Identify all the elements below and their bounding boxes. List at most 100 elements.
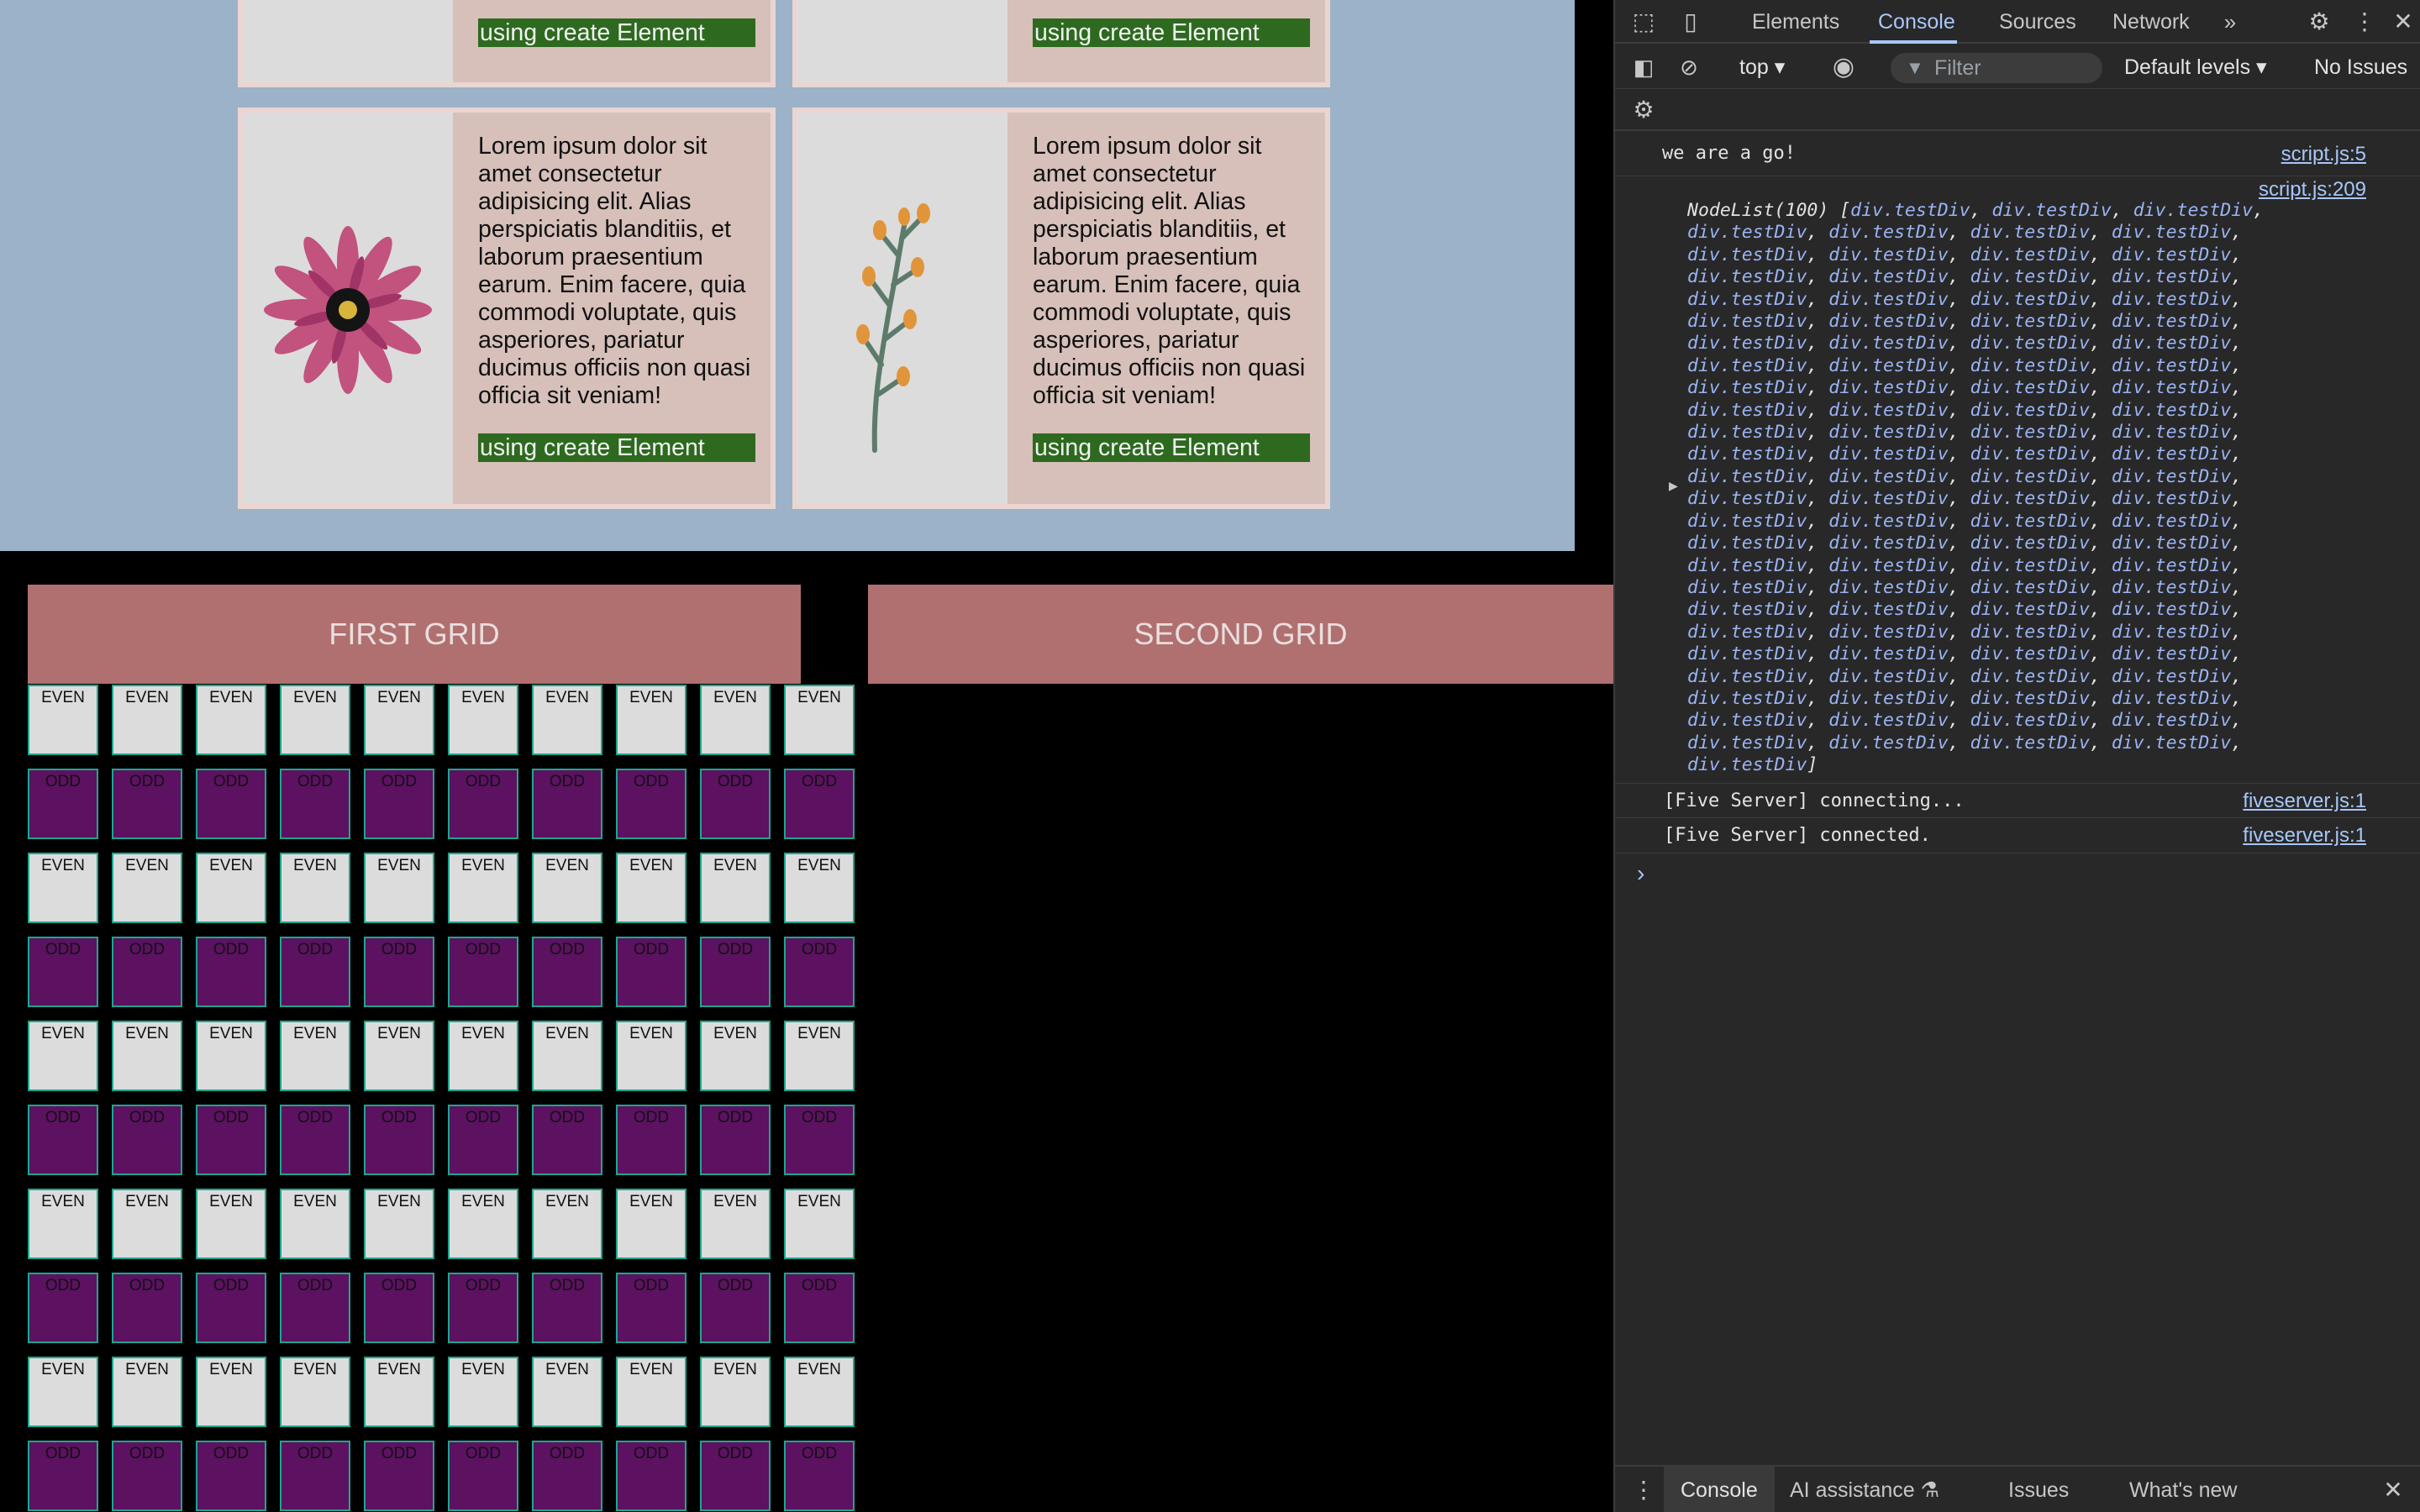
tab-console[interactable]: Console — [1878, 0, 1955, 44]
odd-grid-cell: ODD — [28, 769, 98, 839]
eye-icon[interactable]: ◉ — [1825, 45, 1862, 89]
drawer-tab-ai-assistance[interactable]: AI assistance ⚗ — [1790, 1467, 1939, 1512]
nodelist-item: div.testDiv — [1970, 621, 2090, 643]
odd-grid-cell: ODD — [112, 937, 182, 1007]
clear-console-icon[interactable]: ⊘ — [1670, 45, 1707, 89]
log-source-link[interactable]: fiveserver.js:1 — [2243, 790, 2366, 813]
console-log-row: we are a go! script.js:5 — [1615, 133, 2420, 176]
even-grid-cell: EVEN — [28, 1021, 98, 1091]
nodelist-close: ] — [1807, 754, 1818, 776]
drawer-tab-whats-new[interactable]: What's new — [2129, 1467, 2237, 1512]
card: Lorem ipsum dolor sit amet consectetur a… — [238, 108, 776, 509]
log-levels-dropdown[interactable]: Default levels ▾ — [2124, 45, 2267, 89]
create-element-label: using create Element — [1033, 18, 1310, 47]
nodelist-item: div.testDiv — [2111, 444, 2232, 465]
log-source-link[interactable]: script.js:209 — [2259, 178, 2366, 202]
active-tab-indicator — [1870, 40, 1957, 44]
nodelist-item: div.testDiv — [1970, 311, 2090, 333]
nodelist-item: div.testDiv — [1828, 554, 1949, 576]
nodelist-item: div.testDiv — [1828, 444, 1949, 465]
more-options-icon[interactable]: ⋮ — [2346, 0, 2383, 44]
odd-grid-cell: ODD — [196, 937, 266, 1007]
nodelist-item: div.testDiv — [1970, 266, 2090, 288]
orange-branch-illustration — [856, 203, 930, 453]
nodelist-item: div.testDiv — [1970, 488, 2090, 510]
nodelist-item: div.testDiv — [1970, 732, 2090, 753]
even-grid-cell: EVEN — [616, 1021, 687, 1091]
even-grid-cell: EVEN — [784, 1357, 855, 1427]
inspect-element-icon[interactable]: ⬚ — [1625, 0, 1662, 44]
nodelist-item: div.testDiv — [2111, 244, 2232, 265]
even-grid-cell: EVEN — [448, 1021, 518, 1091]
odd-grid-cell: ODD — [700, 1441, 771, 1511]
even-grid-cell: EVEN — [280, 853, 350, 923]
sidebar-toggle-icon[interactable]: ◧ — [1625, 45, 1662, 89]
odd-grid-cell: ODD — [532, 1273, 602, 1343]
nodelist-item: div.testDiv — [1828, 422, 1949, 444]
odd-grid-cell: ODD — [28, 1273, 98, 1343]
odd-grid-cell: ODD — [784, 1273, 855, 1343]
log-message: [Five Server] connecting... — [1664, 790, 1965, 811]
nodelist-item: div.testDiv — [1970, 643, 2090, 665]
odd-grid-cell: ODD — [28, 1441, 98, 1511]
nodelist-item: div.testDiv — [1970, 665, 2090, 687]
issues-label[interactable]: No Issues — [2314, 45, 2407, 89]
double-chevron-icon[interactable]: » — [2212, 0, 2249, 44]
tab-sources[interactable]: Sources — [1999, 0, 2076, 44]
nodelist-item: div.testDiv — [1687, 554, 1807, 576]
odd-grid-cell: ODD — [448, 937, 518, 1007]
nodelist-item: div.testDiv — [1828, 732, 1949, 753]
nodelist-item: div.testDiv — [2111, 599, 2232, 621]
tab-elements[interactable]: Elements — [1752, 0, 1839, 44]
nodelist-item: div.testDiv — [1687, 377, 1807, 399]
console-prompt-caret[interactable]: › — [1637, 860, 1644, 887]
expand-arrow-icon[interactable]: ▶ — [1669, 477, 1678, 495]
nodelist-item: div.testDiv — [1970, 533, 2090, 554]
console-settings-gear-icon[interactable]: ⚙ — [1625, 89, 1662, 131]
drawer-tab-console[interactable]: Console — [1664, 1467, 1775, 1512]
drawer-tab-issues[interactable]: Issues — [2008, 1467, 2069, 1512]
nodelist-item: div.testDiv — [1687, 665, 1807, 687]
nodelist-item: div.testDiv — [1687, 687, 1807, 709]
log-source-link[interactable]: script.js:5 — [2281, 143, 2366, 166]
nodelist-item: div.testDiv — [2111, 687, 2232, 709]
nodelist-item: div.testDiv — [1687, 311, 1807, 333]
drawer-menu-icon[interactable]: ⋮ — [1625, 1467, 1662, 1512]
nodelist-item: div.testDiv — [2111, 266, 2232, 288]
odd-grid-cell: ODD — [700, 937, 771, 1007]
nodelist-item: div.testDiv — [1828, 465, 1949, 487]
filter-icon: ▼ — [1906, 57, 1924, 78]
even-grid-cell: EVEN — [280, 1021, 350, 1091]
odd-grid-cell: ODD — [364, 769, 434, 839]
even-grid-cell: EVEN — [196, 1357, 266, 1427]
even-grid-cell: EVEN — [196, 1021, 266, 1091]
odd-grid-cell: ODD — [364, 1273, 434, 1343]
gear-icon[interactable]: ⚙ — [2301, 0, 2338, 44]
nodelist-item: div.testDiv — [1828, 665, 1949, 687]
context-selector[interactable]: top ▾ — [1739, 45, 1785, 89]
close-icon[interactable]: ✕ — [2385, 0, 2420, 44]
odd-grid-cell: ODD — [196, 1273, 266, 1343]
nodelist-item: div.testDiv — [2111, 665, 2232, 687]
nodelist-item: div.testDiv — [2111, 643, 2232, 665]
close-drawer-icon[interactable]: ✕ — [2375, 1467, 2412, 1512]
nodelist-item: div.testDiv — [2111, 222, 2232, 244]
nodelist-item: div.testDiv — [1687, 533, 1807, 554]
log-source-link[interactable]: fiveserver.js:1 — [2243, 824, 2366, 848]
nodelist-item: div.testDiv — [1687, 288, 1807, 310]
nodelist-output[interactable]: NodeList(100) [div.testDiv, div.testDiv,… — [1687, 200, 2275, 777]
nodelist-item: div.testDiv — [2111, 533, 2232, 554]
nodelist-item: div.testDiv — [1828, 710, 1949, 732]
nodelist-item: div.testDiv — [1828, 266, 1949, 288]
even-grid-cell: EVEN — [448, 685, 518, 755]
nodelist-item: div.testDiv — [2111, 710, 2232, 732]
tab-network[interactable]: Network — [2112, 0, 2190, 44]
even-grid-cell: EVEN — [448, 853, 518, 923]
even-grid-cell: EVEN — [112, 1357, 182, 1427]
device-toolbar-icon[interactable]: ▯ — [1672, 0, 1709, 44]
odd-grid-cell: ODD — [280, 937, 350, 1007]
nodelist-item: div.testDiv — [1828, 533, 1949, 554]
nodelist-item: div.testDiv — [1828, 311, 1949, 333]
filter-input[interactable]: ▼ Filter — [1891, 53, 2102, 83]
card-text-pane: Lorem ipsum dolor sit amet consectetur a… — [1033, 133, 1310, 462]
